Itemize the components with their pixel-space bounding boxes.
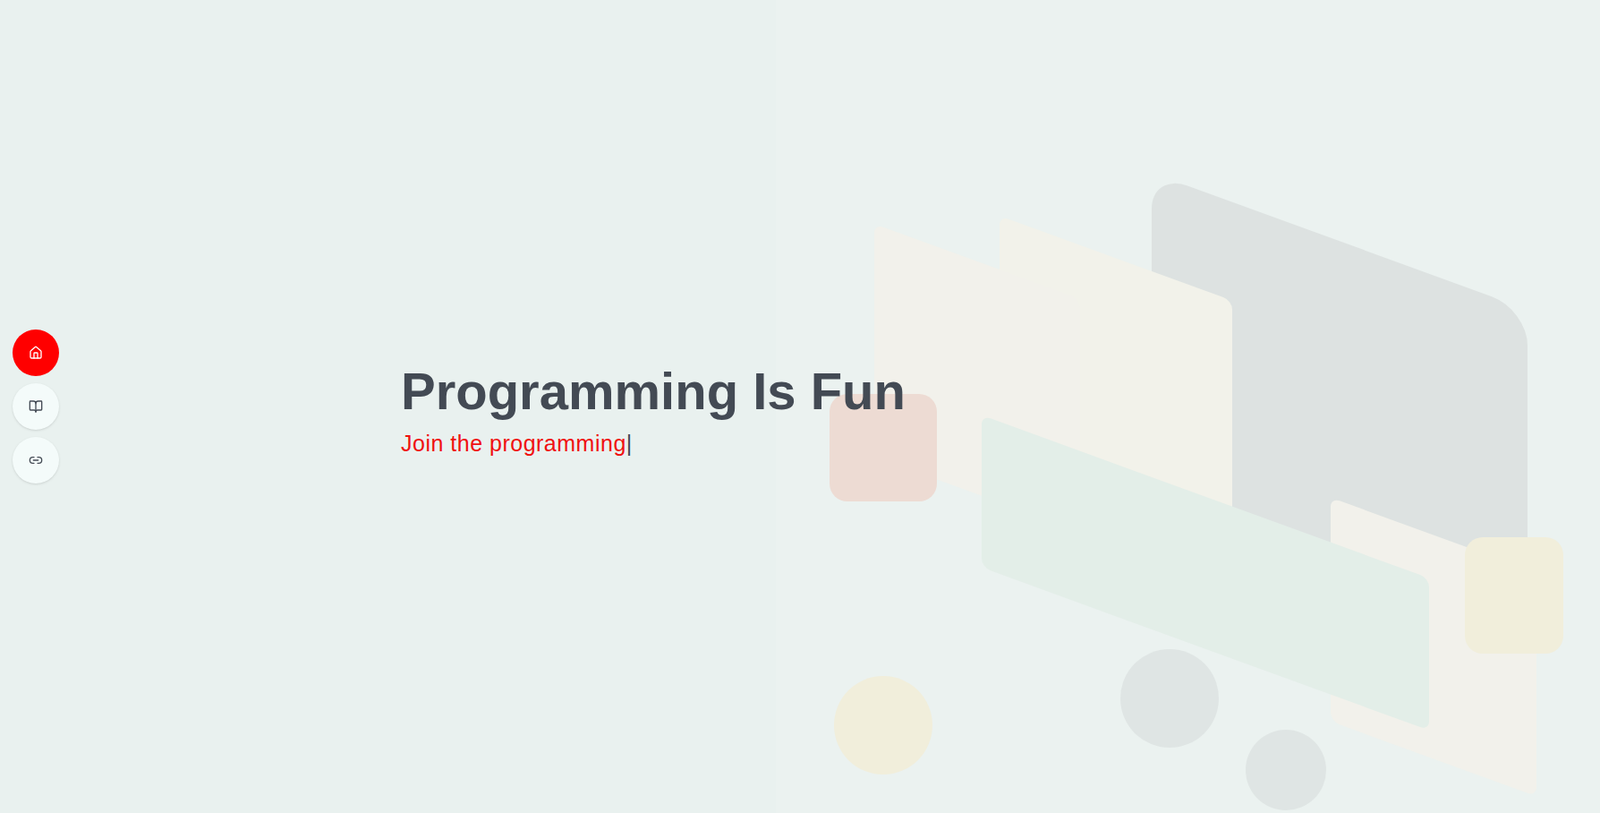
nav-icon <box>28 399 43 414</box>
hero-subtitle: Join the programming| <box>400 426 1600 461</box>
page: Programming Is Fun Join the programming| <box>0 0 1600 813</box>
layout: Programming Is Fun Join the programming| <box>0 0 1600 813</box>
nav-button[interactable] <box>12 382 60 430</box>
side-nav <box>0 0 72 813</box>
typed-text: Join the programming <box>400 430 627 456</box>
nav-icon <box>28 345 43 360</box>
typing-cursor: | <box>626 430 633 456</box>
nav-button[interactable] <box>12 329 60 376</box>
nav-icon <box>28 452 43 468</box>
nav-button[interactable] <box>12 436 60 484</box>
hero-title: Programming Is Fun <box>400 361 1600 422</box>
hero: Programming Is Fun Join the programming| <box>71 0 1600 813</box>
